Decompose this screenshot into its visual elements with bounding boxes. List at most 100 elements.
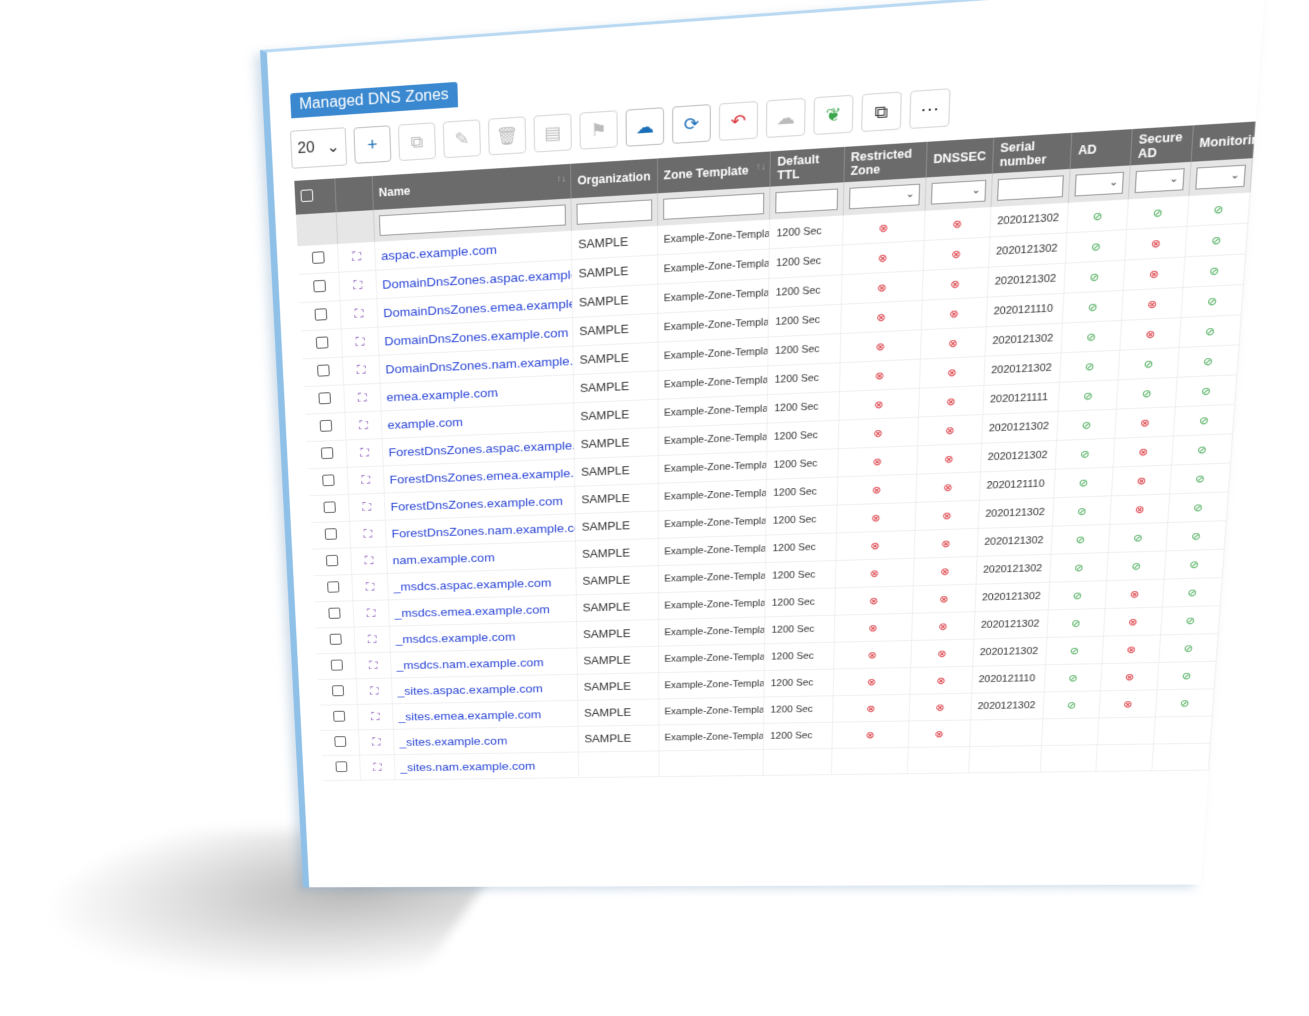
document-button[interactable]: ▤ [533, 113, 572, 153]
restricted-zone-cell: ⊗ [839, 329, 922, 363]
zone-name-link[interactable]: _msdcs.emea.example.com [394, 602, 549, 619]
copy-button[interactable]: ⧉ [397, 122, 437, 162]
row-checkbox[interactable] [318, 392, 331, 405]
zone-icon-cell: ⛶ [340, 298, 378, 329]
organization-cell: SAMPLE [574, 483, 659, 514]
row-checkbox[interactable] [311, 251, 325, 264]
zone-template-filter-input[interactable] [662, 192, 765, 220]
cloud-button[interactable]: ☁ [765, 97, 806, 139]
row-checkbox[interactable] [331, 685, 344, 697]
column-header-dnssec[interactable]: DNSSEC [925, 137, 994, 178]
zone-name-link[interactable]: _sites.aspac.example.com [397, 682, 542, 697]
sort-icon[interactable]: ↑↓ [556, 174, 566, 185]
row-checkbox[interactable] [327, 607, 341, 619]
zone-name-link[interactable]: ForestDnsZones.example.com [390, 494, 562, 513]
more-button[interactable]: ⋯ [909, 88, 951, 129]
zone-icon: ⛶ [366, 606, 376, 620]
zone-name-link[interactable]: _msdcs.aspac.example.com [393, 576, 551, 593]
upload-button[interactable]: ☁ [625, 107, 665, 147]
secure-ad-cell: ⊘ [1118, 347, 1180, 380]
undo-button[interactable]: ↶ [718, 100, 759, 141]
row-checkbox[interactable] [330, 659, 343, 671]
column-header-ad[interactable]: AD [1070, 129, 1133, 169]
x-circle-icon: ⊗ [878, 222, 889, 235]
row-checkbox[interactable] [316, 364, 330, 377]
managed-dns-zones-panel: Managed DNS Zones 20 ⌄ + ⧉ ✎ 🗑 ▤ ⚑ ☁ ⟳ ↶… [260, 0, 1267, 888]
panel-tab[interactable]: Managed DNS Zones [290, 81, 458, 119]
ad-cell: ⊘ [1044, 663, 1103, 692]
restricted-zone-filter-select[interactable]: ⌄ [848, 183, 921, 210]
check-circle-icon: ⊘ [1202, 356, 1214, 369]
zone-icon: ⛶ [367, 632, 377, 646]
row-checkbox[interactable] [314, 308, 327, 321]
row-checkbox[interactable] [335, 761, 348, 773]
monitoring-filter-select[interactable]: ⌄ [1195, 164, 1246, 190]
serial-number-cell [968, 745, 1042, 773]
column-header-organization[interactable]: Organization [570, 158, 658, 199]
zone-name-link[interactable]: nam.example.com [392, 550, 494, 566]
clone-button[interactable]: ⧉ [861, 91, 902, 133]
row-checkbox[interactable] [333, 736, 346, 747]
select-all-header[interactable] [294, 178, 337, 215]
serial-number-filter-input[interactable] [997, 175, 1065, 201]
column-header-zone-template[interactable]: Zone Template ↑↓ [657, 151, 771, 194]
row-checkbox[interactable] [319, 419, 332, 432]
zone-name-link[interactable]: emea.example.com [386, 385, 498, 403]
zone-name-link[interactable]: _msdcs.nam.example.com [396, 656, 543, 672]
row-checkbox[interactable] [326, 581, 340, 593]
row-checkbox[interactable] [323, 501, 336, 514]
name-filter-input[interactable] [378, 204, 567, 236]
row-checkbox[interactable] [321, 474, 335, 487]
column-header-restricted-zone[interactable]: Restricted Zone [843, 141, 928, 183]
restricted-zone-cell: ⊗ [831, 720, 909, 749]
dnssec-cell: ⊗ [910, 639, 974, 668]
secure-ad-filter-select[interactable]: ⌄ [1134, 168, 1185, 194]
row-checkbox[interactable] [312, 279, 326, 293]
zone-name-link[interactable]: DomainDnsZones.nam.example.com [385, 352, 573, 375]
default-ttl-filter-input[interactable] [775, 188, 838, 214]
zone-name-link[interactable]: _sites.example.com [399, 734, 507, 748]
delete-button[interactable]: 🗑 [487, 116, 527, 156]
column-label: Secure AD [1137, 130, 1183, 161]
refresh-button[interactable]: ⟳ [672, 104, 711, 144]
edit-button[interactable]: ✎ [442, 119, 481, 159]
bookmark-button[interactable]: ⚑ [579, 110, 618, 150]
zone-name-link[interactable]: example.com [387, 415, 463, 431]
column-header-monitoring[interactable]: Monitoring [1191, 121, 1266, 162]
zone-name-link[interactable]: DomainDnsZones.example.com [384, 325, 568, 348]
page-size-select[interactable]: 20 ⌄ [289, 127, 348, 169]
column-header-secure-ad[interactable]: Secure AD [1130, 125, 1194, 166]
zone-name-link[interactable]: aspac.example.com [381, 242, 497, 262]
sort-icon[interactable]: ↑↓ [756, 162, 766, 173]
zone-name-link[interactable]: _msdcs.example.com [395, 630, 515, 645]
table-body: ⛶ aspac.example.com SAMPLE Example-Zone-Tem… [297, 192, 1251, 781]
column-header-default-ttl[interactable]: Default TTL [770, 146, 845, 187]
row-checkbox[interactable] [320, 447, 334, 460]
zone-name-link[interactable]: ForestDnsZones.aspac.example.com [388, 437, 574, 459]
zone-name-link[interactable]: _sites.emea.example.com [398, 708, 541, 723]
column-header-serial-number[interactable]: Serial number [992, 132, 1072, 174]
organization-filter-input[interactable] [576, 199, 652, 225]
zone-name-link[interactable]: DomainDnsZones.emea.example.com [383, 294, 573, 319]
organization-cell: SAMPLE [574, 455, 658, 487]
organization-cell: SAMPLE [575, 538, 659, 569]
zone-name-link[interactable]: ForestDnsZones.nam.example.com [391, 520, 575, 540]
select-all-checkbox[interactable] [300, 189, 314, 203]
leaf-button[interactable]: ❦ [813, 94, 854, 136]
row-checkbox[interactable] [325, 554, 338, 567]
filter-cell-ad: ⌄ [1068, 165, 1131, 203]
more-icon: ⋯ [920, 97, 940, 119]
zone-name-link[interactable]: DomainDnsZones.aspac.example.com [382, 265, 572, 291]
row-checkbox[interactable] [329, 633, 342, 645]
row-checkbox[interactable] [315, 336, 329, 349]
row-checkbox[interactable] [324, 528, 337, 540]
dnssec-cell: ⊗ [908, 693, 972, 721]
add-button[interactable]: + [353, 125, 392, 164]
zone-name-link[interactable]: _sites.nam.example.com [400, 759, 535, 773]
zone-name-link[interactable]: ForestDnsZones.emea.example.com [389, 465, 575, 486]
monitoring-cell: ⊘ [1167, 491, 1229, 523]
zone-icon: ⛶ [357, 390, 367, 405]
row-checkbox[interactable] [332, 710, 345, 722]
ad-filter-select[interactable]: ⌄ [1074, 171, 1125, 197]
dnssec-filter-select[interactable]: ⌄ [930, 179, 987, 205]
